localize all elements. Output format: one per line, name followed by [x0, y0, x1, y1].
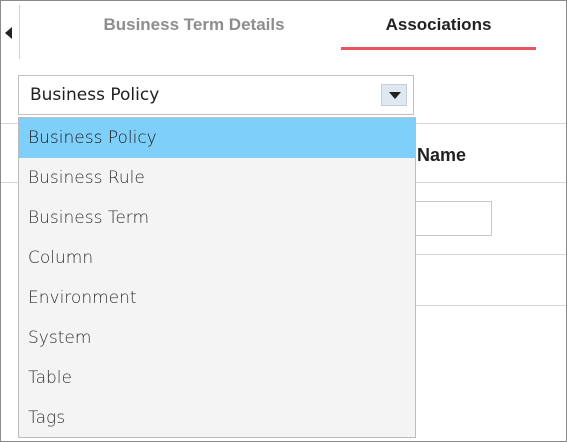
divider	[19, 5, 20, 59]
option-column[interactable]: Column	[19, 238, 415, 278]
select-value: Business Policy	[30, 85, 160, 105]
association-type-select[interactable]: Business Policy	[18, 75, 414, 115]
option-environment[interactable]: Environment	[19, 278, 415, 318]
option-tags[interactable]: Tags	[19, 398, 415, 438]
divider	[413, 123, 566, 124]
associations-panel: Business Term Details Associations Name …	[0, 0, 567, 442]
tab-business-term-details[interactable]: Business Term Details	[59, 15, 329, 55]
option-system[interactable]: System	[19, 318, 415, 358]
divider	[413, 254, 566, 255]
chevron-down-icon	[389, 92, 401, 99]
column-header-name[interactable]: Name	[417, 145, 466, 166]
collapse-panel-handle[interactable]	[1, 1, 21, 61]
divider	[413, 305, 566, 306]
association-type-dropdown: Business Policy Business Rule Business T…	[18, 117, 416, 438]
divider	[413, 182, 566, 183]
divider	[1, 123, 18, 124]
active-tab-indicator	[341, 47, 536, 50]
option-business-policy[interactable]: Business Policy	[19, 118, 415, 158]
caret-left-icon[interactable]	[5, 27, 12, 39]
name-filter-input[interactable]	[413, 201, 492, 236]
dropdown-toggle-button[interactable]	[381, 84, 407, 106]
divider	[1, 182, 18, 183]
option-table[interactable]: Table	[19, 358, 415, 398]
option-business-rule[interactable]: Business Rule	[19, 158, 415, 198]
option-business-term[interactable]: Business Term	[19, 198, 415, 238]
